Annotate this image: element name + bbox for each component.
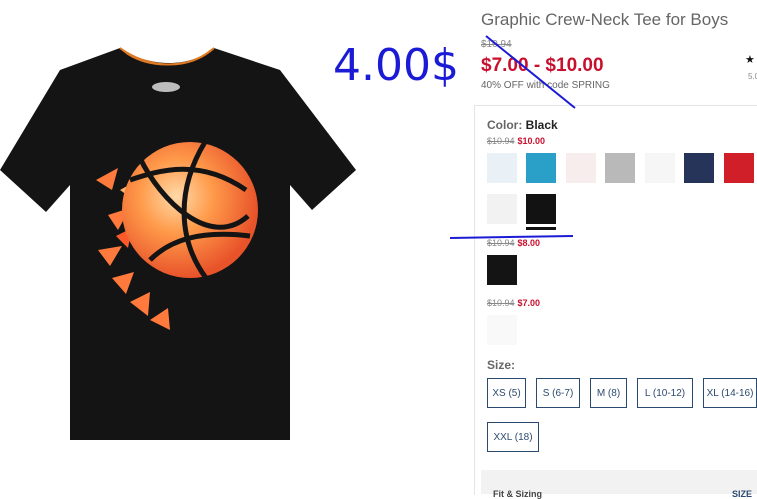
- product-title: Graphic Crew-Neck Tee for Boys: [481, 10, 729, 29]
- group-3-original-price: $10.94: [487, 298, 515, 308]
- size-l[interactable]: L (10-12): [637, 378, 693, 408]
- rating-star-icon[interactable]: ★: [745, 53, 755, 66]
- rating-value: 5.0: [748, 72, 757, 81]
- size-label: Size:: [487, 358, 516, 372]
- fit-sizing-label: Fit & Sizing: [493, 489, 542, 499]
- size-s[interactable]: S (6-7): [536, 378, 580, 408]
- swatch-red[interactable]: [724, 153, 754, 183]
- swatch-white-2[interactable]: [487, 315, 517, 345]
- swatch-white-graphic[interactable]: [487, 153, 517, 183]
- original-price: $10.94: [481, 39, 512, 50]
- handwritten-price-annotation: 4.00$: [333, 40, 459, 91]
- group-3-sale-price: $7.00: [517, 298, 541, 308]
- group-1-sale-price: $10.00: [517, 136, 546, 146]
- swatch-black-2[interactable]: [487, 255, 517, 285]
- swatch-heather-gray[interactable]: [605, 153, 635, 183]
- color-label: Color: Black: [487, 118, 558, 132]
- product-image: [0, 47, 356, 440]
- price-group-2: $10.94 $8.00: [487, 238, 540, 248]
- group-1-original-price: $10.94: [487, 136, 515, 146]
- swatch-black-selected[interactable]: [526, 194, 556, 230]
- selected-color: Black: [525, 118, 558, 132]
- swatch-navy[interactable]: [684, 153, 714, 183]
- group-2-original-price: $10.94: [487, 238, 515, 248]
- size-chart-link[interactable]: SIZE: [732, 489, 752, 499]
- swatch-white[interactable]: [645, 153, 675, 183]
- size-xl[interactable]: XL (14-16): [703, 378, 757, 408]
- swatch-teal-graphic[interactable]: [526, 153, 556, 183]
- group-2-sale-price: $8.00: [517, 238, 541, 248]
- price-group-3: $10.94 $7.00: [487, 298, 540, 308]
- size-m[interactable]: M (8): [590, 378, 627, 408]
- promo-text: 40% OFF with code SPRING: [481, 80, 610, 91]
- size-xxl[interactable]: XXL (18): [487, 422, 539, 452]
- sale-price-range: $7.00 - $10.00: [481, 55, 604, 76]
- size-xs[interactable]: XS (5): [487, 378, 526, 408]
- price-group-1: $10.94 $10.00: [487, 136, 545, 146]
- swatch-light-pink[interactable]: [566, 153, 596, 183]
- color-label-text: Color:: [487, 118, 523, 132]
- swatch-white-print[interactable]: [487, 194, 517, 224]
